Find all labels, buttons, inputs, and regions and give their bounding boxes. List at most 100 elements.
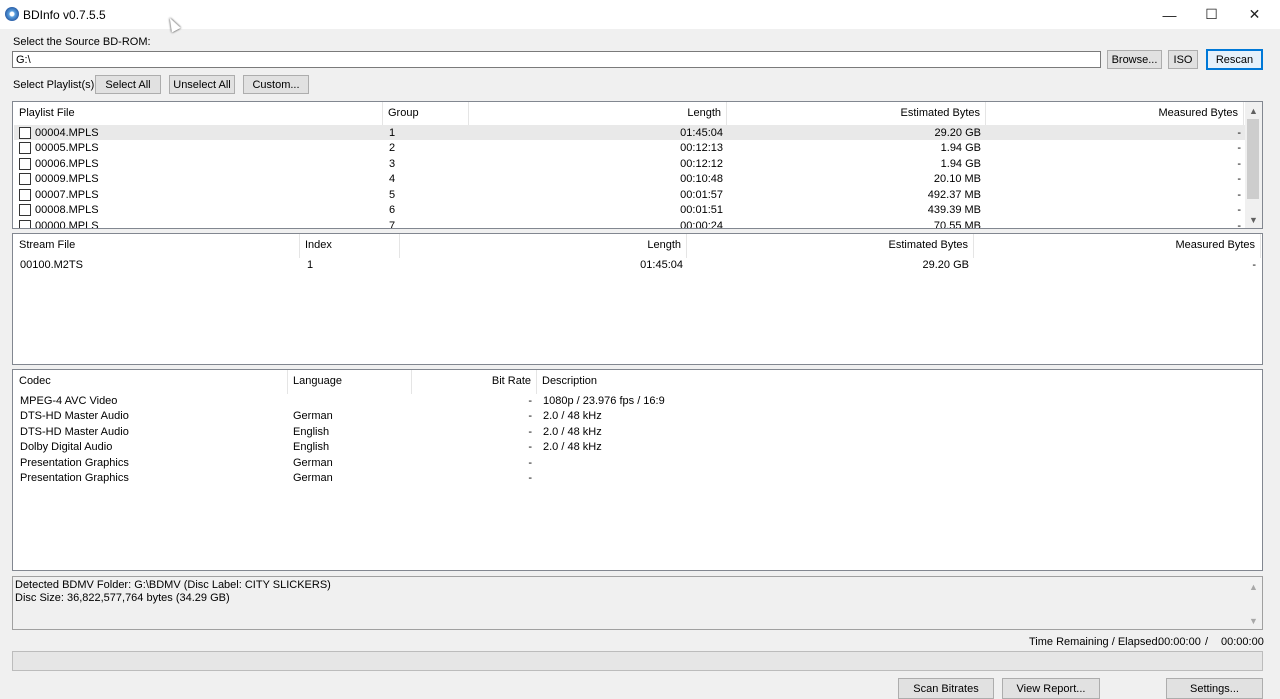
custom-button[interactable]: Custom... bbox=[243, 75, 309, 94]
codec-name[interactable]: DTS-HD Master Audio bbox=[20, 410, 129, 422]
codec-language: German bbox=[293, 457, 333, 469]
playlist-file[interactable]: 00005.MPLS bbox=[35, 142, 99, 154]
iso-button[interactable]: ISO bbox=[1168, 50, 1198, 69]
column-header-estimated-bytes[interactable]: Estimated Bytes bbox=[727, 102, 986, 126]
playlist-group: 4 bbox=[389, 173, 396, 185]
playlist-group: 1 bbox=[389, 127, 396, 139]
column-header-description[interactable]: Description bbox=[537, 370, 1261, 394]
playlist-estimated-bytes: 20.10 MB bbox=[933, 173, 981, 185]
playlist-file[interactable]: 00000.MPLS bbox=[35, 220, 99, 228]
playlist-measured-bytes: - bbox=[1237, 189, 1241, 201]
minimize-icon[interactable]: — bbox=[1148, 0, 1191, 29]
playlist-checkbox[interactable] bbox=[19, 204, 31, 216]
scroll-down-icon[interactable]: ▼ bbox=[1245, 612, 1262, 629]
playlist-checkbox[interactable] bbox=[19, 189, 31, 201]
scroll-down-icon[interactable]: ▼ bbox=[1245, 211, 1262, 228]
bdinfo-app-icon bbox=[5, 7, 19, 21]
select-playlists-label: Select Playlist(s): bbox=[13, 79, 98, 91]
codec-language: English bbox=[293, 426, 330, 438]
column-header-measured-bytes[interactable]: Measured Bytes bbox=[974, 234, 1261, 258]
rescan-button[interactable]: Rescan bbox=[1206, 49, 1263, 70]
playlist-estimated-bytes: 70.55 MB bbox=[933, 220, 981, 229]
column-header-measured-bytes[interactable]: Measured Bytes bbox=[986, 102, 1244, 126]
playlist-length: 01:45:04 bbox=[680, 127, 723, 139]
playlist-group: 7 bbox=[389, 220, 396, 229]
playlist-file[interactable]: 00004.MPLS bbox=[35, 127, 99, 139]
playlist-measured-bytes: - bbox=[1237, 220, 1241, 229]
scan-progress-bar bbox=[12, 651, 1263, 671]
codec-bit-rate: - bbox=[528, 441, 532, 453]
codec-bit-rate: - bbox=[528, 472, 532, 484]
column-header-length[interactable]: Length bbox=[400, 234, 687, 258]
unselect-all-button[interactable]: Unselect All bbox=[169, 75, 235, 94]
time-remaining-label: Time Remaining / Elapsed: bbox=[1029, 636, 1161, 648]
codec-description: 2.0 / 48 kHz bbox=[543, 426, 602, 438]
disc-folder-info: Detected BDMV Folder: G:\BDMV (Disc Labe… bbox=[15, 579, 331, 591]
column-header-estimated-bytes[interactable]: Estimated Bytes bbox=[687, 234, 974, 258]
playlist-measured-bytes: - bbox=[1237, 173, 1241, 185]
disc-size-info: Disc Size: 36,822,577,764 bytes (34.29 G… bbox=[15, 592, 230, 604]
browse-button[interactable]: Browse... bbox=[1107, 50, 1162, 69]
column-header-stream-file[interactable]: Stream File bbox=[14, 234, 300, 258]
codec-bit-rate: - bbox=[528, 410, 532, 422]
codec-language: German bbox=[293, 472, 333, 484]
time-separator: / bbox=[1205, 636, 1209, 648]
stream-table: Stream File Index Length Estimated Bytes… bbox=[12, 233, 1263, 365]
playlist-length: 00:01:51 bbox=[680, 204, 723, 216]
playlist-length: 00:01:57 bbox=[680, 189, 723, 201]
codec-name[interactable]: Presentation Graphics bbox=[20, 457, 129, 469]
codec-bit-rate: - bbox=[528, 426, 532, 438]
close-icon[interactable]: ✕ bbox=[1233, 0, 1276, 29]
select-all-button[interactable]: Select All bbox=[95, 75, 161, 94]
playlist-checkbox[interactable] bbox=[19, 142, 31, 154]
column-header-bit-rate[interactable]: Bit Rate bbox=[412, 370, 537, 394]
playlist-file[interactable]: 00009.MPLS bbox=[35, 173, 99, 185]
codec-name[interactable]: DTS-HD Master Audio bbox=[20, 426, 129, 438]
playlist-checkbox[interactable] bbox=[19, 127, 31, 139]
column-header-playlist-file[interactable]: Playlist File bbox=[14, 102, 383, 126]
playlist-table: Playlist File Group Length Estimated Byt… bbox=[12, 101, 1263, 229]
scan-bitrates-button[interactable]: Scan Bitrates bbox=[898, 678, 994, 699]
title-bar: BDInfo v0.7.5.5 — ☐ ✕ bbox=[0, 0, 1280, 29]
playlist-measured-bytes: - bbox=[1237, 158, 1241, 170]
disc-info-textarea[interactable]: Detected BDMV Folder: G:\BDMV (Disc Labe… bbox=[12, 576, 1263, 630]
playlist-length: 00:00:24 bbox=[680, 220, 723, 229]
codec-table: Codec Language Bit Rate Description MPEG… bbox=[12, 369, 1263, 571]
codec-name[interactable]: Presentation Graphics bbox=[20, 472, 129, 484]
info-scrollbar[interactable]: ▲ ▼ bbox=[1245, 577, 1262, 629]
playlist-group: 5 bbox=[389, 189, 396, 201]
scroll-up-icon[interactable]: ▲ bbox=[1245, 102, 1262, 119]
playlist-checkbox[interactable] bbox=[19, 220, 31, 228]
column-header-codec[interactable]: Codec bbox=[14, 370, 288, 394]
playlist-scrollbar[interactable]: ▲ ▼ bbox=[1245, 102, 1262, 228]
playlist-group: 2 bbox=[389, 142, 396, 154]
playlist-measured-bytes: - bbox=[1237, 127, 1241, 139]
source-path-input[interactable]: G:\ bbox=[12, 51, 1101, 68]
playlist-length: 00:10:48 bbox=[680, 173, 723, 185]
playlist-file[interactable]: 00008.MPLS bbox=[35, 204, 99, 216]
codec-description: 1080p / 23.976 fps / 16:9 bbox=[543, 395, 665, 407]
column-header-length[interactable]: Length bbox=[469, 102, 727, 126]
playlist-estimated-bytes: 492.37 MB bbox=[927, 189, 981, 201]
scroll-thumb[interactable] bbox=[1247, 119, 1259, 199]
playlist-checkbox[interactable] bbox=[19, 173, 31, 185]
view-report-button[interactable]: View Report... bbox=[1002, 678, 1100, 699]
playlist-group: 6 bbox=[389, 204, 396, 216]
column-header-group[interactable]: Group bbox=[383, 102, 469, 126]
playlist-estimated-bytes: 29.20 GB bbox=[934, 127, 981, 139]
codec-name[interactable]: MPEG-4 AVC Video bbox=[20, 395, 117, 407]
playlist-file[interactable]: 00006.MPLS bbox=[35, 158, 99, 170]
stream-file[interactable]: 00100.M2TS bbox=[20, 259, 83, 271]
scroll-up-icon[interactable]: ▲ bbox=[1245, 578, 1262, 595]
time-elapsed-value: 00:00:00 bbox=[1221, 636, 1264, 648]
codec-name[interactable]: Dolby Digital Audio bbox=[20, 441, 112, 453]
playlist-file[interactable]: 00007.MPLS bbox=[35, 189, 99, 201]
playlist-measured-bytes: - bbox=[1237, 142, 1241, 154]
playlist-checkbox[interactable] bbox=[19, 158, 31, 170]
column-header-language[interactable]: Language bbox=[288, 370, 412, 394]
settings-button[interactable]: Settings... bbox=[1166, 678, 1263, 699]
playlist-measured-bytes: - bbox=[1237, 204, 1241, 216]
column-header-index[interactable]: Index bbox=[300, 234, 400, 258]
codec-language: English bbox=[293, 441, 330, 453]
maximize-icon[interactable]: ☐ bbox=[1190, 0, 1233, 29]
